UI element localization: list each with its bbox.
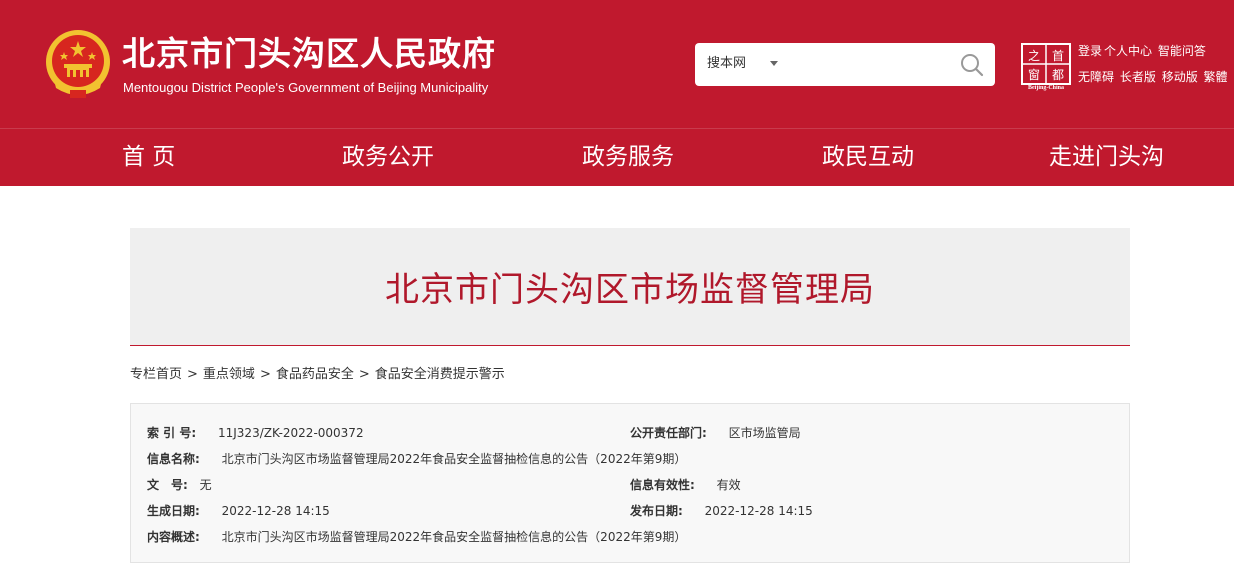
search-box: 搜本网 bbox=[695, 43, 995, 86]
info-row-name: 信息名称: 北京市门头沟区市场监督管理局2022年食品安全监督抽检信息的公告（2… bbox=[147, 451, 686, 467]
dept-value: 区市场监管局 bbox=[728, 426, 801, 440]
logo-char: 窗 bbox=[1028, 68, 1040, 82]
accessibility-link[interactable]: 无障碍 bbox=[1078, 70, 1114, 84]
main-nav: 首 页 政务公开 政务服务 政民互动 走进门头沟 bbox=[0, 128, 1234, 186]
banner-title: 北京市门头沟区市场监督管理局 bbox=[385, 270, 875, 310]
logo-char: 之 bbox=[1028, 49, 1040, 63]
logo-char: 首 bbox=[1052, 49, 1064, 63]
smart-qa-link[interactable]: 智能问答 bbox=[1158, 44, 1206, 58]
column-banner: 北京市门头沟区市场监督管理局 bbox=[130, 228, 1130, 346]
summary-value: 北京市门头沟区市场监督管理局2022年食品安全监督抽检信息的公告（2022年第9… bbox=[221, 530, 687, 544]
breadcrumb-link[interactable]: 专栏首页 bbox=[130, 367, 182, 382]
info-row-index: 索 引 号: 11J323/ZK-2022-000372 bbox=[147, 425, 364, 441]
site-subtitle: Mentougou District People's Government o… bbox=[123, 80, 489, 95]
dept-label: 公开责任部门: bbox=[630, 426, 707, 440]
breadcrumb-link[interactable]: 食品药品安全 bbox=[276, 367, 354, 382]
site-title: 北京市门头沟区人民政府 bbox=[122, 34, 496, 73]
info-row-created: 生成日期: 2022-12-28 14:15 bbox=[147, 503, 330, 519]
breadcrumb-separator: > bbox=[259, 367, 271, 382]
chevron-down-icon[interactable] bbox=[770, 61, 778, 66]
index-value: 11J323/ZK-2022-000372 bbox=[217, 426, 364, 440]
breadcrumb-link[interactable]: 重点领域 bbox=[203, 367, 255, 382]
user-center-link[interactable]: 个人中心 bbox=[1104, 44, 1152, 58]
info-row-summary: 内容概述: 北京市门头沟区市场监督管理局2022年食品安全监督抽检信息的公告（2… bbox=[147, 529, 686, 545]
nav-item-gov-affairs-open[interactable]: 政务公开 bbox=[342, 142, 434, 172]
info-row-published: 发布日期: 2022-12-28 14:15 bbox=[630, 503, 813, 519]
nav-item-home[interactable]: 首 页 bbox=[122, 142, 175, 172]
top-links: 登录 个人中心 智能问答 无障碍 长者版 移动版 繁體 bbox=[1078, 43, 1228, 95]
name-label: 信息名称: bbox=[147, 452, 200, 466]
search-input[interactable] bbox=[789, 51, 949, 78]
search-scope-select[interactable]: 搜本网 bbox=[707, 55, 746, 73]
national-emblem-icon bbox=[46, 30, 110, 98]
name-value: 北京市门头沟区市场监督管理局2022年食品安全监督抽检信息的公告（2022年第9… bbox=[221, 452, 687, 466]
summary-label: 内容概述: bbox=[147, 530, 200, 544]
published-label: 发布日期: bbox=[630, 504, 683, 518]
breadcrumb-link[interactable]: 食品安全消费提示警示 bbox=[375, 367, 505, 382]
mobile-version-link[interactable]: 移动版 bbox=[1162, 70, 1198, 84]
search-icon[interactable] bbox=[959, 52, 985, 78]
nav-item-interaction[interactable]: 政民互动 bbox=[822, 142, 914, 172]
docno-label: 文 号: bbox=[147, 478, 188, 492]
info-row-dept: 公开责任部门: 区市场监管局 bbox=[630, 425, 801, 441]
elder-version-link[interactable]: 长者版 bbox=[1120, 70, 1156, 84]
index-label: 索 引 号: bbox=[147, 426, 197, 440]
validity-label: 信息有效性: bbox=[630, 478, 695, 492]
docno-value: 无 bbox=[199, 478, 212, 492]
info-row-docno: 文 号: 无 bbox=[147, 477, 212, 493]
nav-item-gov-services[interactable]: 政务服务 bbox=[582, 142, 674, 172]
created-label: 生成日期: bbox=[147, 504, 200, 518]
breadcrumb-separator: > bbox=[358, 367, 370, 382]
nav-item-about-mentougou[interactable]: 走进门头沟 bbox=[1049, 142, 1164, 172]
logo-char: 都 bbox=[1052, 68, 1064, 82]
traditional-chinese-link[interactable]: 繁體 bbox=[1204, 70, 1228, 84]
published-value: 2022-12-28 14:15 bbox=[704, 504, 813, 518]
breadcrumb-separator: > bbox=[187, 367, 198, 382]
info-row-validity: 信息有效性: 有效 bbox=[630, 477, 741, 493]
site-header: 北京市门头沟区人民政府 Mentougou District People's … bbox=[0, 0, 1234, 128]
info-metadata-table: 索 引 号: 11J323/ZK-2022-000372 公开责任部门: 区市场… bbox=[130, 403, 1130, 563]
breadcrumb: 专栏首页 > 重点领域 > 食品药品安全 > 食品安全消费提示警示 bbox=[130, 366, 505, 384]
login-link[interactable]: 登录 bbox=[1078, 44, 1102, 58]
validity-value: 有效 bbox=[716, 478, 741, 492]
created-value: 2022-12-28 14:15 bbox=[221, 504, 330, 518]
capital-logo-caption: Beijing-China bbox=[1027, 85, 1064, 91]
